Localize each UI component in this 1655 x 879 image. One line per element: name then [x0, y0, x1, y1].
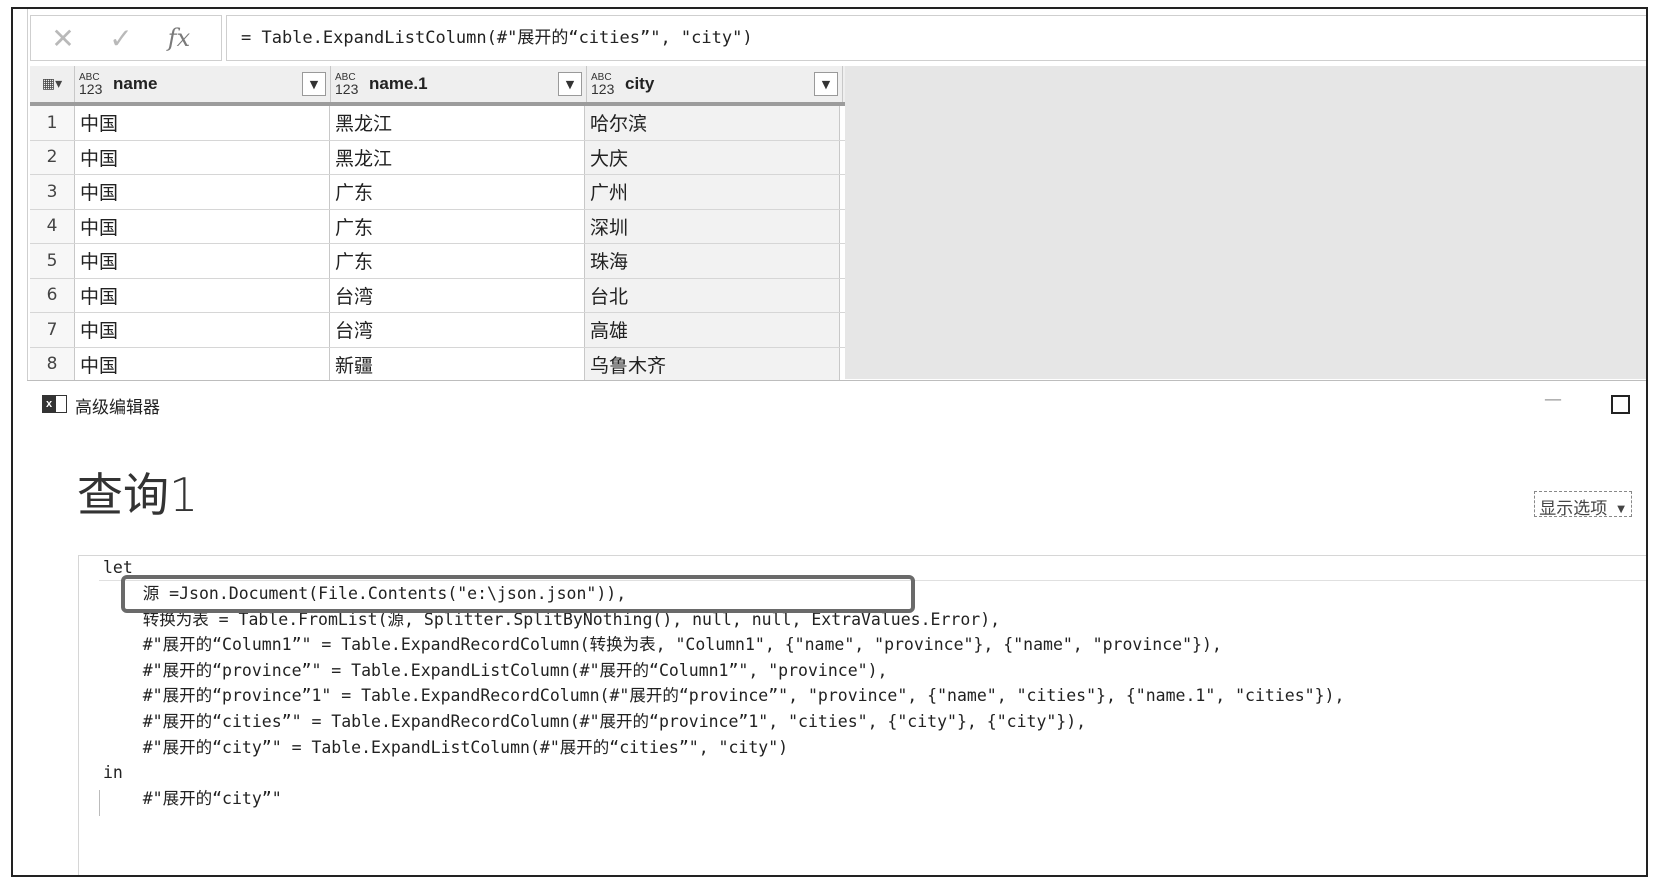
formula-input[interactable]: = Table.ExpandListColumn(#"展开的“cities”",…: [226, 15, 1646, 61]
row-number: 4: [30, 209, 75, 243]
cell-name[interactable]: 中国: [75, 106, 330, 140]
type-badge-bottom: 123: [591, 80, 615, 97]
cell-name[interactable]: 中国: [75, 209, 330, 243]
cell-name-1[interactable]: 广东: [330, 209, 585, 243]
column-label: name: [113, 74, 158, 93]
chevron-down-icon: ▼: [1617, 503, 1625, 515]
type-any-icon[interactable]: ABC 123: [79, 72, 107, 97]
table-row: 4 中国 广东 深圳: [30, 209, 845, 244]
row-number: 7: [30, 313, 75, 347]
code-line: #"展开的“province”1" = Table.ExpandRecordCo…: [103, 686, 1345, 705]
cancel-icon[interactable]: ✕: [43, 22, 83, 55]
grid-header-row: ▦▾ ABC 123 name ▼ ABC 123 name.1 ▼ ABC 1…: [30, 66, 845, 106]
indent-guide: [99, 790, 100, 816]
column-header-name[interactable]: ABC 123 name ▼: [75, 66, 331, 102]
annotation-highlight-box: [121, 575, 915, 613]
left-collapsed-pane[interactable]: [13, 9, 28, 875]
minimize-icon[interactable]: —: [1544, 389, 1562, 410]
formula-bar: ✕ ✓ fx = Table.ExpandListColumn(#"展开的“ci…: [30, 15, 1646, 61]
table-row: 7 中国 台湾 高雄: [30, 313, 845, 348]
formula-buttons: ✕ ✓ fx: [30, 15, 222, 61]
cell-name-1[interactable]: 广东: [330, 175, 585, 209]
data-preview-grid: ▦▾ ABC 123 name ▼ ABC 123 name.1 ▼ ABC 1…: [30, 66, 1646, 382]
cell-name[interactable]: 中国: [75, 140, 330, 174]
display-options-label: 显示选项: [1539, 499, 1608, 519]
filter-dropdown-icon[interactable]: ▼: [814, 72, 838, 96]
row-number: 3: [30, 175, 75, 209]
filter-dropdown-icon[interactable]: ▼: [558, 72, 582, 96]
grid-body: 1 中国 黑龙江 哈尔滨 2 中国 黑龙江 大庆 3 中国 广东 广州 4 中国 广东 深圳 5 中国 广东…: [30, 106, 845, 382]
grid-table: ▦▾ ABC 123 name ▼ ABC 123 name.1 ▼ ABC 1…: [30, 66, 845, 382]
table-row: 6 中国 台湾 台北: [30, 278, 845, 313]
excel-icon: x: [42, 394, 68, 414]
type-badge-bottom: 123: [335, 80, 359, 97]
excel-icon-sheet: [56, 395, 67, 413]
type-badge-bottom: 123: [79, 80, 103, 97]
cell-city[interactable]: 珠海: [585, 244, 840, 278]
cell-city[interactable]: 深圳: [585, 209, 840, 243]
cell-city[interactable]: 乌鲁木齐: [585, 347, 840, 381]
cell-name-1[interactable]: 黑龙江: [330, 140, 585, 174]
query-title: 查询1: [77, 468, 199, 522]
cell-city[interactable]: 高雄: [585, 313, 840, 347]
row-number: 5: [30, 244, 75, 278]
cell-city[interactable]: 哈尔滨: [585, 106, 840, 140]
code-line: #"展开的“city”" = Table.ExpandListColumn(#"…: [103, 738, 789, 757]
code-line: #"展开的“province”" = Table.ExpandListColum…: [103, 661, 888, 680]
cell-city[interactable]: 台北: [585, 278, 840, 312]
code-line: #"展开的“Column1”" = Table.ExpandRecordColu…: [103, 635, 1222, 654]
excel-icon-letter: x: [42, 395, 56, 413]
row-number: 6: [30, 278, 75, 312]
cell-name-1[interactable]: 广东: [330, 244, 585, 278]
code-line: in: [103, 763, 123, 782]
cell-name-1[interactable]: 新疆: [330, 347, 585, 381]
column-label: name.1: [369, 74, 428, 93]
type-any-icon[interactable]: ABC 123: [591, 72, 619, 97]
column-header-city[interactable]: ABC 123 city ▼: [587, 66, 843, 102]
cell-city[interactable]: 广州: [585, 175, 840, 209]
row-number: 1: [30, 106, 75, 140]
confirm-icon[interactable]: ✓: [101, 22, 141, 55]
cell-name[interactable]: 中国: [75, 347, 330, 381]
power-query-window: ✕ ✓ fx = Table.ExpandListColumn(#"展开的“ci…: [11, 7, 1648, 877]
code-editor[interactable]: let 源 =Json.Document(File.Contents("e:\j…: [78, 555, 1646, 875]
cell-name-1[interactable]: 台湾: [330, 313, 585, 347]
cell-name[interactable]: 中国: [75, 278, 330, 312]
cell-name-1[interactable]: 黑龙江: [330, 106, 585, 140]
maximize-icon[interactable]: [1611, 395, 1630, 414]
advanced-editor-dialog: x 高级编辑器 — 查询1 显示选项 ▼ let 源 =Json.Document…: [27, 380, 1646, 875]
code-line: #"展开的“city”": [103, 789, 282, 808]
table-menu-icon[interactable]: ▦▾: [30, 66, 75, 102]
table-row: 8 中国 新疆 乌鲁木齐: [30, 347, 845, 382]
code-line: #"展开的“cities”" = Table.ExpandRecordColum…: [103, 712, 1087, 731]
table-row: 1 中国 黑龙江 哈尔滨: [30, 106, 845, 141]
cell-name-1[interactable]: 台湾: [330, 278, 585, 312]
display-options-dropdown[interactable]: 显示选项 ▼: [1534, 491, 1632, 519]
row-number: 2: [30, 140, 75, 174]
table-row: 5 中国 广东 珠海: [30, 244, 845, 279]
cell-city[interactable]: 大庆: [585, 140, 840, 174]
table-row: 2 中国 黑龙江 大庆: [30, 140, 845, 175]
column-header-name-1[interactable]: ABC 123 name.1 ▼: [331, 66, 587, 102]
cell-name[interactable]: 中国: [75, 244, 330, 278]
row-number: 8: [30, 347, 75, 381]
type-any-icon[interactable]: ABC 123: [335, 72, 363, 97]
filter-dropdown-icon[interactable]: ▼: [302, 72, 326, 96]
dialog-title: 高级编辑器: [75, 398, 160, 418]
column-label: city: [625, 74, 655, 93]
fx-icon[interactable]: fx: [159, 22, 199, 54]
cell-name[interactable]: 中国: [75, 313, 330, 347]
cell-name[interactable]: 中国: [75, 175, 330, 209]
table-row: 3 中国 广东 广州: [30, 175, 845, 210]
